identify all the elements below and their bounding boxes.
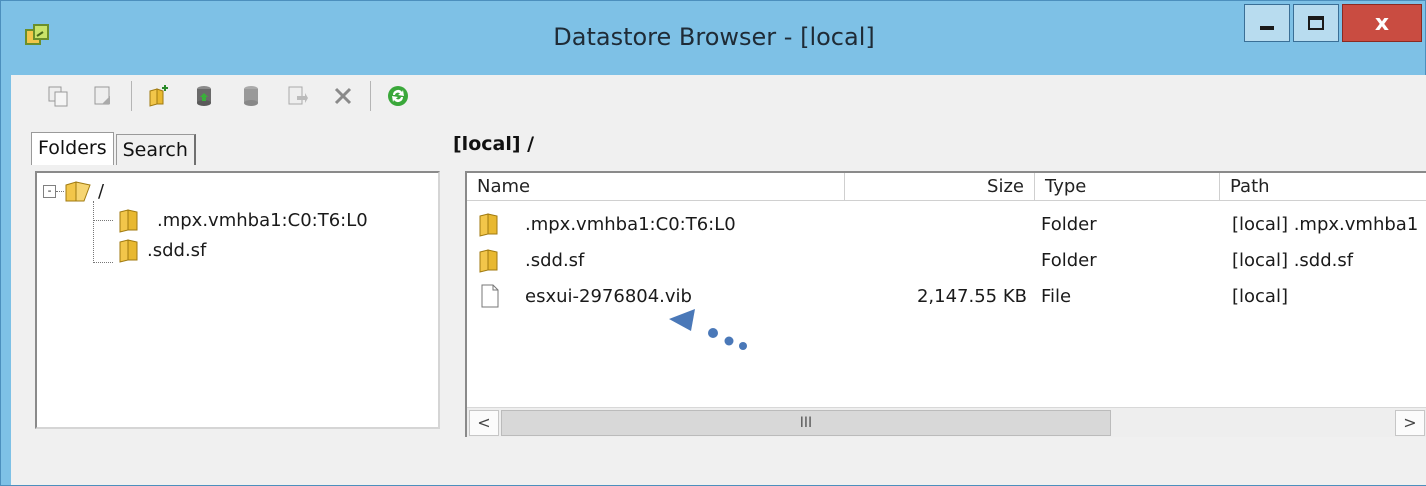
toolbar-separator bbox=[370, 81, 371, 111]
tab-search[interactable]: Search bbox=[115, 134, 196, 165]
tree-node-label: / bbox=[98, 180, 105, 202]
file-type: Folder bbox=[1041, 249, 1097, 271]
client-area: Folders Search - / .mpx.vmhba1:C0:T6:L0 … bbox=[11, 75, 1426, 485]
file-name: .sdd.sf bbox=[525, 249, 585, 271]
upload-button[interactable] bbox=[186, 78, 224, 114]
tree-node-label: .mpx.vmhba1:C0:T6:L0 bbox=[157, 209, 368, 231]
vsphere-app-icon bbox=[25, 24, 49, 45]
column-header-type[interactable]: Type bbox=[1035, 173, 1220, 201]
scroll-right-button[interactable]: > bbox=[1395, 410, 1425, 436]
file-row[interactable]: .mpx.vmhba1:C0:T6:L0 Folder [local] .mpx… bbox=[467, 207, 1426, 241]
file-path: [local] bbox=[1232, 285, 1288, 307]
folder-icon bbox=[479, 249, 498, 273]
column-header-name[interactable]: Name bbox=[467, 173, 845, 201]
copy-button[interactable] bbox=[39, 78, 77, 114]
upload-icon bbox=[197, 86, 211, 106]
file-path: [local] .sdd.sf bbox=[1232, 249, 1354, 271]
delete-button[interactable] bbox=[324, 78, 362, 114]
tree-node-label: .sdd.sf bbox=[147, 239, 207, 261]
tree-connector bbox=[93, 262, 113, 263]
current-path-label: [local] / bbox=[453, 133, 535, 155]
close-icon: x bbox=[1374, 10, 1390, 36]
file-row[interactable]: .sdd.sf Folder [local] .sdd.sf bbox=[467, 243, 1426, 277]
file-row[interactable]: esxui-2976804.vib 2,147.55 KB File [loca… bbox=[467, 279, 1426, 313]
minimize-icon bbox=[1260, 26, 1274, 30]
minimize-button[interactable] bbox=[1244, 4, 1290, 42]
column-header-path[interactable]: Path bbox=[1220, 173, 1426, 201]
tree-node-root[interactable]: - / bbox=[43, 179, 104, 203]
column-header-size[interactable]: Size bbox=[845, 173, 1035, 201]
scroll-thumb[interactable]: III bbox=[501, 410, 1111, 436]
file-name: .mpx.vmhba1:C0:T6:L0 bbox=[525, 213, 736, 235]
horizontal-scrollbar[interactable]: < III > bbox=[467, 407, 1426, 437]
folder-icon bbox=[119, 209, 138, 233]
file-path: [local] .mpx.vmhba1 bbox=[1232, 213, 1419, 235]
refresh-button[interactable] bbox=[379, 78, 417, 114]
tree-node[interactable]: .sdd.sf bbox=[117, 237, 206, 263]
tree-connector bbox=[93, 201, 94, 263]
window-title: Datastore Browser - [local] bbox=[553, 23, 875, 51]
title-bar[interactable]: Datastore Browser - [local] x bbox=[1, 1, 1426, 75]
copy-icon bbox=[48, 86, 68, 107]
file-list[interactable]: Name Size Type Path .mpx.vmhba1:C0:T6:L0… bbox=[465, 171, 1426, 437]
open-folder-icon bbox=[65, 181, 91, 202]
move-button[interactable] bbox=[85, 78, 123, 114]
scroll-left-button[interactable]: < bbox=[469, 410, 499, 436]
download-button[interactable] bbox=[232, 78, 270, 114]
datastore-browser-window: Datastore Browser - [local] x Folders Se… bbox=[0, 0, 1426, 486]
file-icon bbox=[481, 284, 499, 308]
file-size: 2,147.55 KB bbox=[916, 285, 1027, 307]
tree-node[interactable]: .mpx.vmhba1:C0:T6:L0 bbox=[117, 207, 368, 233]
delete-icon bbox=[334, 87, 352, 105]
left-panel-tabs: Folders Search bbox=[31, 132, 198, 165]
folder-icon bbox=[479, 213, 498, 237]
refresh-icon bbox=[388, 86, 408, 106]
new-folder-icon bbox=[149, 85, 168, 107]
move-icon bbox=[94, 86, 110, 105]
file-type: Folder bbox=[1041, 213, 1097, 235]
annotation-arrow-icon bbox=[669, 309, 747, 350]
register-vm-icon bbox=[288, 86, 308, 105]
close-button[interactable]: x bbox=[1342, 4, 1422, 42]
folder-icon bbox=[119, 239, 138, 263]
tree-connector bbox=[93, 220, 113, 221]
status-bar bbox=[11, 445, 1426, 485]
file-type: File bbox=[1041, 285, 1072, 307]
maximize-icon bbox=[1308, 16, 1324, 30]
new-folder-button[interactable] bbox=[140, 78, 178, 114]
toolbar bbox=[11, 75, 1426, 117]
register-vm-button[interactable] bbox=[278, 78, 316, 114]
toolbar-separator bbox=[131, 81, 132, 111]
collapse-expander[interactable]: - bbox=[43, 184, 56, 198]
maximize-button[interactable] bbox=[1293, 4, 1339, 42]
file-list-header: Name Size Type Path bbox=[467, 173, 1426, 201]
folder-tree[interactable]: - / .mpx.vmhba1:C0:T6:L0 .sdd.sf bbox=[35, 171, 440, 429]
download-icon bbox=[244, 86, 258, 106]
tab-folders[interactable]: Folders bbox=[31, 132, 114, 165]
